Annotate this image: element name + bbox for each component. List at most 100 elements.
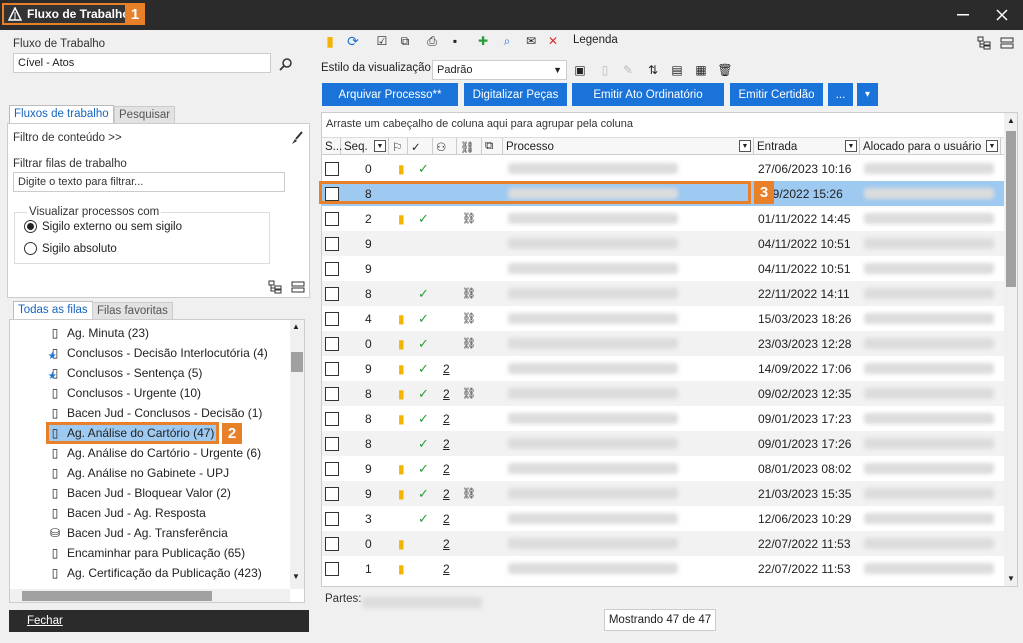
table-row[interactable]: 9 04/11/2022 10:51 — [322, 231, 1005, 256]
scroll-down-icon[interactable]: ▼ — [1007, 574, 1015, 583]
tab-filas-favoritas[interactable]: Filas favoritas — [92, 302, 173, 320]
copy-icon[interactable]: ⧉ — [397, 33, 413, 49]
col-flag[interactable]: ⚐ — [389, 138, 408, 155]
col-link[interactable]: ⛓ — [457, 138, 482, 155]
scroll-up-icon[interactable]: ▲ — [1007, 116, 1015, 125]
queue-item[interactable]: ▯ ★ Conclusos - Sentença (5) — [48, 363, 203, 383]
document-icon[interactable]: ▤ — [669, 62, 685, 78]
content-filter-toggle[interactable]: Filtro de conteúdo >> — [13, 132, 122, 144]
table-row[interactable]: 9 ▮ ✓ 2 14/09/2022 17:06 — [322, 356, 1005, 381]
export-icon[interactable]: ⇅ — [645, 62, 661, 78]
minimize-button[interactable] — [943, 0, 983, 30]
add-doc-icon[interactable]: ✚ — [475, 33, 491, 49]
row-count-link[interactable]: 2 — [443, 406, 450, 431]
tree-hscroll[interactable] — [10, 589, 290, 602]
queue-item[interactable]: ⛁ Bacen Jud - Ag. Transferência — [48, 523, 228, 543]
chevron-down-icon[interactable]: ▼ — [739, 140, 751, 152]
radio-sigilo-externo[interactable]: Sigilo externo ou sem sigilo — [24, 220, 182, 233]
row-checkbox[interactable] — [325, 206, 339, 231]
search-icon[interactable] — [279, 57, 293, 71]
row-checkbox[interactable] — [325, 231, 339, 256]
table-row[interactable]: 9 ▮ ✓ 2 08/01/2023 08:02 — [322, 456, 1005, 481]
close-button[interactable]: Fechar — [9, 610, 309, 632]
row-checkbox[interactable] — [325, 356, 339, 381]
table-row[interactable]: 0 ▮ 2 22/07/2022 11:53 — [322, 531, 1005, 556]
tree-hscroll-thumb[interactable] — [22, 591, 212, 601]
scroll-up-icon[interactable]: ▲ — [292, 322, 300, 331]
row-count-link[interactable]: 2 — [443, 431, 450, 456]
list-view-icon[interactable] — [291, 280, 305, 294]
style-select[interactable]: Padrão ▼ — [432, 60, 567, 80]
table-row[interactable]: 8 ✓ 2 09/01/2023 17:26 — [322, 431, 1005, 456]
dropdown-button[interactable]: ▾ — [857, 83, 878, 106]
col-tree[interactable]: ⚇ — [433, 138, 457, 155]
row-checkbox[interactable] — [325, 481, 339, 506]
table-row[interactable]: 3 ✓ 2 12/06/2023 10:29 — [322, 506, 1005, 531]
archive-button[interactable]: Arquivar Processo** — [322, 83, 458, 106]
tree-vscroll-thumb[interactable] — [291, 352, 303, 372]
row-count-link[interactable]: 2 — [443, 481, 450, 506]
table-row[interactable]: 8 ▮ ✓ 2 ⛓ 09/02/2023 12:35 — [322, 381, 1005, 406]
row-checkbox[interactable] — [325, 506, 339, 531]
save-view-icon[interactable]: ▣ — [572, 62, 588, 78]
tree-vscroll[interactable]: ▲ ▼ — [290, 320, 304, 589]
window-icon[interactable]: ▦ — [693, 62, 709, 78]
table-row[interactable]: 4 ▮ ✓ ⛓ 15/03/2023 18:26 — [322, 306, 1005, 331]
grid-vscroll[interactable]: ▲ ▼ — [1004, 113, 1017, 586]
row-count-link[interactable]: 2 — [443, 506, 450, 531]
tree-view-icon[interactable] — [268, 280, 282, 294]
list-view-toggle-icon[interactable] — [1000, 36, 1014, 50]
row-count-link[interactable]: 2 — [443, 531, 450, 556]
row-checkbox[interactable] — [325, 456, 339, 481]
more-button[interactable]: ... — [828, 83, 853, 106]
table-row[interactable]: 8 ▮ ✓ 2 09/01/2023 17:23 — [322, 406, 1005, 431]
emit-certificate-button[interactable]: Emitir Certidão — [730, 83, 823, 106]
tab-fluxos[interactable]: Fluxos de trabalho — [9, 105, 114, 123]
search-doc-icon[interactable]: ⌕ — [499, 33, 515, 49]
table-row[interactable]: 0 ▮ ✓ 27/06/2023 10:16 — [322, 156, 1005, 181]
row-checkbox[interactable] — [325, 156, 339, 181]
row-count-link[interactable]: 2 — [443, 356, 450, 381]
row-count-link[interactable]: 2 — [443, 556, 450, 581]
col-copy[interactable]: ⧉ — [482, 138, 503, 155]
filter-queues-input[interactable]: Digite o texto para filtrar... — [13, 172, 285, 192]
table-row[interactable]: 9 ▮ ✓ 2 ⛓ 21/03/2023 15:35 — [322, 481, 1005, 506]
queue-item[interactable]: ▯ Conclusos - Urgente (10) — [48, 383, 201, 403]
refresh-icon[interactable]: ⟳ — [345, 33, 361, 49]
table-row[interactable]: 9 04/11/2022 10:51 — [322, 256, 1005, 281]
row-checkbox[interactable] — [325, 331, 339, 356]
table-row[interactable]: 2 ▮ ✓ ⛓ 01/11/2022 14:45 — [322, 206, 1005, 231]
row-checkbox[interactable] — [325, 306, 339, 331]
queue-item[interactable]: ▯ Encaminhar para Publicação (65) — [48, 543, 245, 563]
queue-item[interactable]: ▯ Bacen Jud - Conclusos - Decisão (1) — [48, 403, 263, 423]
row-checkbox[interactable] — [325, 256, 339, 281]
radio-sigilo-absoluto[interactable]: Sigilo absoluto — [24, 242, 117, 255]
scroll-down-icon[interactable]: ▼ — [292, 572, 300, 581]
row-checkbox[interactable] — [325, 431, 339, 456]
col-seq[interactable]: Seq. ▼ — [341, 138, 389, 155]
grid-vscroll-thumb[interactable] — [1006, 131, 1016, 287]
queue-item[interactable]: ▯ Ag. Certificação da Publicação (423) — [48, 563, 262, 583]
remove-icon[interactable]: ✕ — [545, 33, 561, 49]
save-icon[interactable]: ▪ — [447, 33, 463, 49]
queue-item[interactable]: ▯ Ag. Minuta (23) — [48, 323, 149, 343]
col-s[interactable]: S... — [322, 138, 342, 155]
chevron-down-icon[interactable]: ▼ — [986, 140, 998, 152]
digitize-button[interactable]: Digitalizar Peças — [464, 83, 567, 106]
queue-item[interactable]: ▯ Bacen Jud - Bloquear Valor (2) — [48, 483, 231, 503]
workflow-field[interactable]: Cível - Atos — [13, 53, 271, 73]
brush-icon[interactable] — [290, 131, 304, 145]
row-count-link[interactable]: 2 — [443, 456, 450, 481]
queue-item[interactable]: ▯ Ag. Análise do Cartório - Urgente (6) — [48, 443, 261, 463]
emit-act-button[interactable]: Emitir Ato Ordinatório — [572, 83, 724, 106]
table-row[interactable]: 1 ▮ 2 22/07/2022 11:53 — [322, 556, 1005, 581]
bookmark-icon[interactable]: ▮ — [322, 33, 338, 49]
tab-pesquisar[interactable]: Pesquisar — [114, 106, 176, 124]
print-icon[interactable]: ⎙ — [424, 33, 440, 49]
col-check[interactable]: ✓ — [408, 138, 433, 155]
trash-icon[interactable]: 🗑 — [717, 62, 733, 78]
queue-item[interactable]: ▯ ★ Conclusos - Decisão Interlocutória (4) — [48, 343, 268, 363]
col-entrada[interactable]: Entrada ▼ — [754, 138, 860, 155]
select-all-icon[interactable]: ☑ — [374, 33, 390, 49]
row-checkbox[interactable] — [325, 531, 339, 556]
